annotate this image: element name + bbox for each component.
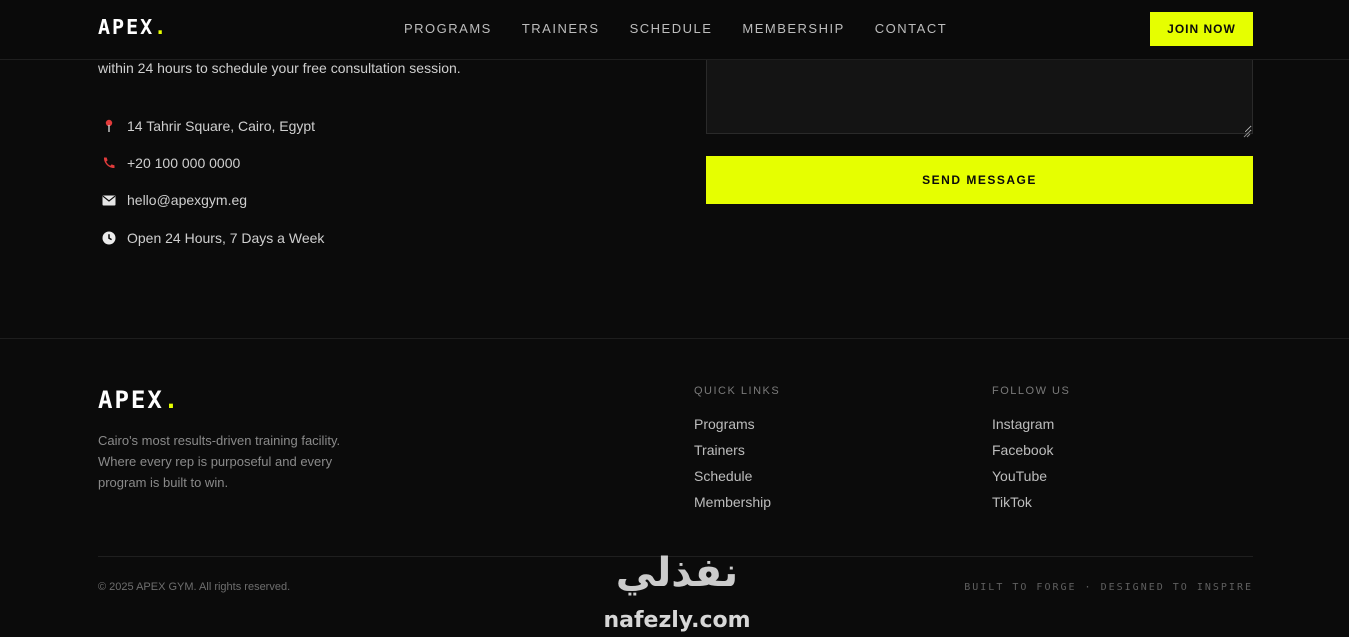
nav-link-membership[interactable]: MEMBERSHIP (742, 21, 844, 36)
contact-phone: +20 100 000 0000 (98, 153, 498, 173)
footer-link-schedule[interactable]: Schedule (694, 468, 780, 494)
nav-link-programs[interactable]: PROGRAMS (404, 21, 492, 36)
social-link-youtube[interactable]: YouTube (992, 468, 1070, 494)
nav-link-contact[interactable]: CONTACT (875, 21, 947, 36)
footer-brand-dot: . (163, 386, 181, 414)
footer-brand-name: APEX (98, 386, 164, 414)
send-message-button[interactable]: SEND MESSAGE (706, 156, 1253, 204)
social-link-facebook[interactable]: Facebook (992, 442, 1070, 468)
social-links-list: Instagram Facebook YouTube TikTok (992, 416, 1070, 520)
phone-icon (98, 156, 120, 170)
footer-logo[interactable]: APEX. (98, 386, 180, 414)
follow-us-column: FOLLOW US Instagram Facebook YouTube Tik… (992, 385, 1070, 520)
quick-links-column: QUICK LINKS Programs Trainers Schedule M… (694, 385, 780, 520)
nav-link-schedule[interactable]: SCHEDULE (630, 21, 713, 36)
resize-grip-icon[interactable] (1242, 123, 1251, 138)
social-link-tiktok[interactable]: TikTok (992, 494, 1070, 520)
brand-name: APEX (98, 15, 155, 39)
contact-hours: Open 24 Hours, 7 Days a Week (98, 228, 498, 248)
site-footer: APEX. Cairo's most results-driven traini… (0, 338, 1349, 637)
footer-tagline: Cairo's most results-driven training fac… (98, 433, 341, 490)
map-pin-icon (98, 119, 120, 133)
contact-intro-text: within 24 hours to schedule your free co… (98, 60, 461, 76)
footer-link-membership[interactable]: Membership (694, 494, 780, 520)
brand-dot: . (154, 15, 169, 39)
nav-link-trainers[interactable]: TRAINERS (522, 21, 600, 36)
quick-links-list: Programs Trainers Schedule Membership (694, 416, 780, 520)
mail-icon (98, 195, 120, 206)
contact-address-text: 14 Tahrir Square, Cairo, Egypt (127, 118, 316, 134)
copyright-text: © 2025 APEX GYM. All rights reserved. (98, 581, 291, 593)
message-textarea[interactable] (706, 58, 1253, 134)
contact-email: hello@apexgym.eg (98, 190, 498, 210)
join-now-button[interactable]: JOIN NOW (1150, 12, 1253, 46)
main-nav: PROGRAMS TRAINERS SCHEDULE MEMBERSHIP CO… (404, 21, 947, 36)
footer-credit-text: BUILT TO FORGE · DESIGNED TO INSPIRE (964, 582, 1253, 593)
footer-link-trainers[interactable]: Trainers (694, 442, 780, 468)
quick-links-heading: QUICK LINKS (694, 385, 781, 397)
social-link-instagram[interactable]: Instagram (992, 416, 1070, 442)
follow-us-heading: FOLLOW US (992, 385, 1071, 397)
contact-hours-text: Open 24 Hours, 7 Days a Week (127, 230, 325, 246)
contact-email-text[interactable]: hello@apexgym.eg (127, 192, 247, 208)
clock-icon (98, 231, 120, 245)
footer-link-programs[interactable]: Programs (694, 416, 780, 442)
contact-phone-text[interactable]: +20 100 000 0000 (127, 155, 240, 171)
top-navbar: APEX. PROGRAMS TRAINERS SCHEDULE MEMBERS… (0, 0, 1349, 60)
footer-divider (98, 556, 1253, 557)
brand-logo[interactable]: APEX. (98, 15, 168, 39)
contact-address: 14 Tahrir Square, Cairo, Egypt (98, 116, 498, 136)
